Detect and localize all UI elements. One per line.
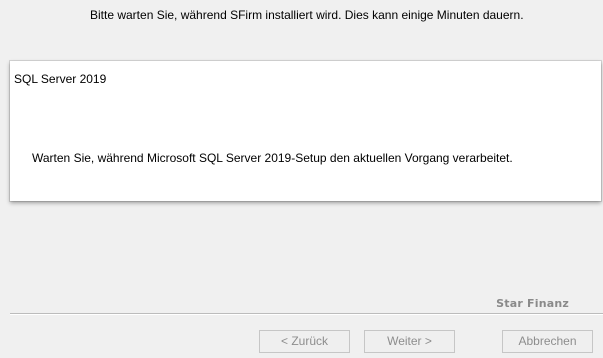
- sql-server-progress-dialog: SQL Server 2019 Warten Sie, während Micr…: [10, 61, 601, 201]
- dialog-message: Warten Sie, während Microsoft SQL Server…: [32, 151, 513, 165]
- cancel-button[interactable]: Abbrechen: [502, 330, 593, 353]
- footer-separator: [10, 313, 603, 315]
- back-button[interactable]: < Zurück: [259, 330, 350, 353]
- brand-label: Star Finanz: [496, 297, 569, 310]
- header-message: Bitte warten Sie, während SFirm installi…: [90, 8, 524, 22]
- installer-header: Bitte warten Sie, während SFirm installi…: [0, 0, 603, 57]
- next-button[interactable]: Weiter >: [364, 330, 455, 353]
- dialog-title: SQL Server 2019: [14, 72, 107, 86]
